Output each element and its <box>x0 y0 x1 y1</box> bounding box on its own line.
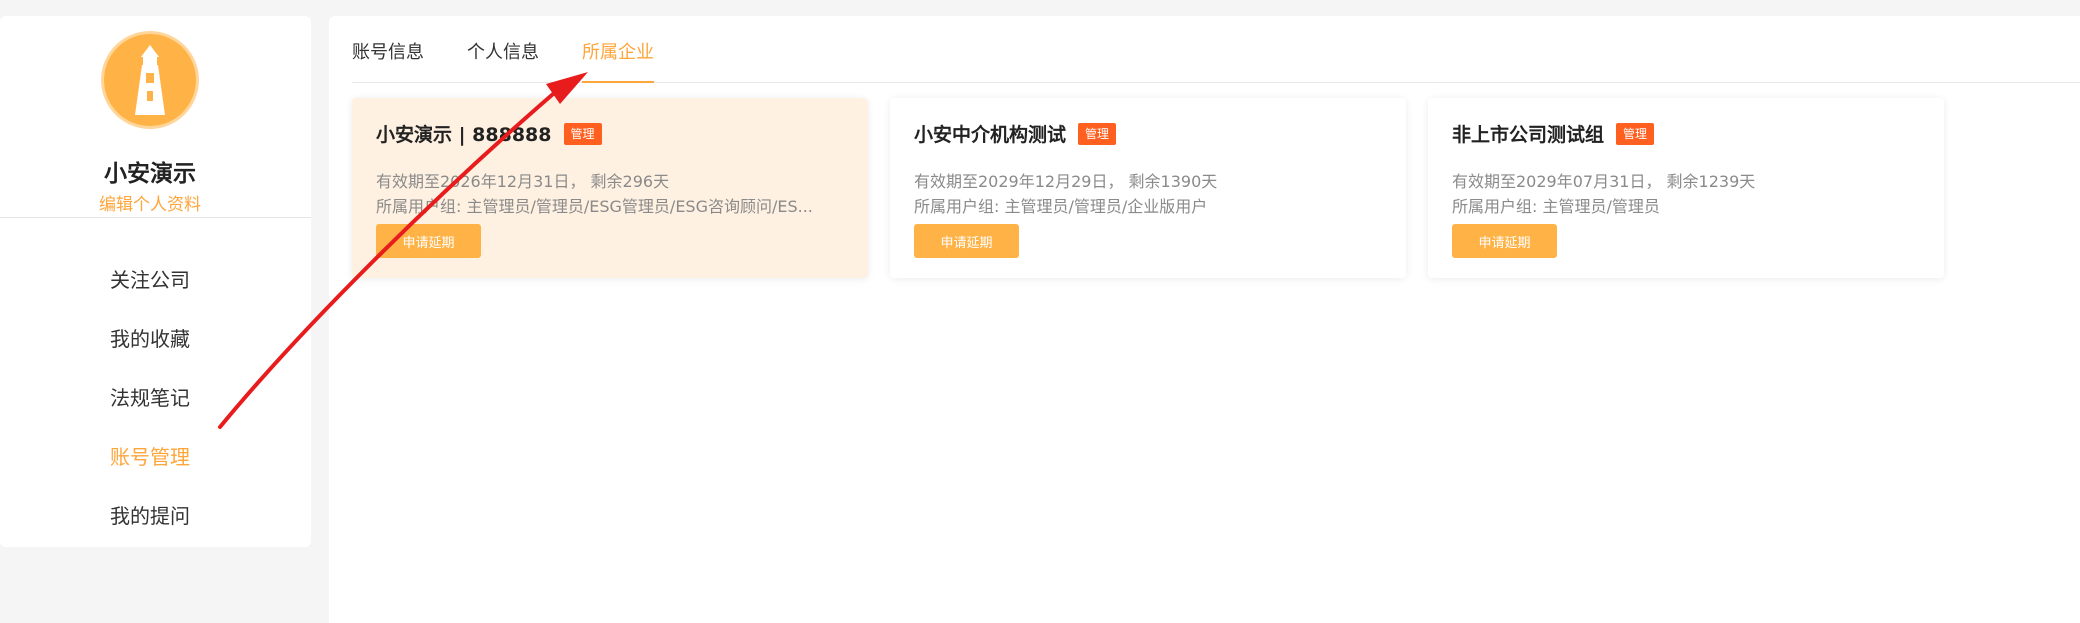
manage-badge: 管理 <box>563 122 602 145</box>
card-title: 小安中介机构测试 <box>914 124 1067 146</box>
card-title-row: 非上市公司测试组 管理 <box>1452 120 1655 147</box>
card-user-groups: 所属用户组: 主管理员/管理员 <box>1452 197 1660 216</box>
company-card[interactable]: 非上市公司测试组 管理 有效期至2029年07月31日， 剩余1239天 所属用… <box>1428 98 1944 278</box>
tab-personal-info[interactable]: 个人信息 <box>467 38 539 83</box>
user-name: 小安演示 <box>104 161 196 187</box>
sidebar-item-regulation-notes[interactable]: 法规笔记 <box>0 369 300 428</box>
card-user-groups: 所属用户组: 主管理员/管理员/ESG管理员/ESG咨询顾问/ES... <box>376 197 813 216</box>
apply-extension-button[interactable]: 申请延期 <box>376 224 481 258</box>
avatar[interactable] <box>101 31 199 129</box>
sidebar-item-followed-companies[interactable]: 关注公司 <box>0 251 300 310</box>
sidebar: 小安演示 编辑个人资料 关注公司 我的收藏 法规笔记 账号管理 我的提问 <box>0 16 311 547</box>
card-title: 非上市公司测试组 <box>1452 124 1605 146</box>
sidebar-nav: 关注公司 我的收藏 法规笔记 账号管理 我的提问 <box>0 251 300 546</box>
card-validity: 有效期至2026年12月31日， 剩余296天 <box>376 172 670 191</box>
tab-bar: 账号信息 个人信息 所属企业 <box>352 16 2080 83</box>
card-title-row: 小安演示 | 888888 管理 <box>376 120 602 147</box>
card-user-groups: 所属用户组: 主管理员/管理员/企业版用户 <box>914 197 1208 216</box>
card-validity: 有效期至2029年12月29日， 剩余1390天 <box>914 172 1218 191</box>
sidebar-item-account-management[interactable]: 账号管理 <box>0 428 300 487</box>
card-title-row: 小安中介机构测试 管理 <box>914 120 1117 147</box>
manage-badge: 管理 <box>1616 122 1655 145</box>
card-validity: 有效期至2029年07月31日， 剩余1239天 <box>1452 172 1756 191</box>
sidebar-divider <box>0 217 311 218</box>
manage-badge: 管理 <box>1078 122 1117 145</box>
tab-affiliated-company[interactable]: 所属企业 <box>582 38 654 83</box>
edit-profile-link[interactable]: 编辑个人资料 <box>0 190 300 215</box>
main-panel: 账号信息 个人信息 所属企业 小安演示 | 888888 管理 有效期至2026… <box>329 16 2080 623</box>
apply-extension-button[interactable]: 申请延期 <box>1452 224 1557 258</box>
sidebar-item-my-questions[interactable]: 我的提问 <box>0 487 300 546</box>
apply-extension-button[interactable]: 申请延期 <box>914 224 1019 258</box>
company-card[interactable]: 小安演示 | 888888 管理 有效期至2026年12月31日， 剩余296天… <box>352 98 868 278</box>
lighthouse-icon <box>135 45 165 115</box>
sidebar-item-favorites[interactable]: 我的收藏 <box>0 310 300 369</box>
card-title: 小安演示 | 888888 <box>376 124 552 146</box>
tab-account-info[interactable]: 账号信息 <box>352 38 424 83</box>
company-card[interactable]: 小安中介机构测试 管理 有效期至2029年12月29日， 剩余1390天 所属用… <box>890 98 1406 278</box>
